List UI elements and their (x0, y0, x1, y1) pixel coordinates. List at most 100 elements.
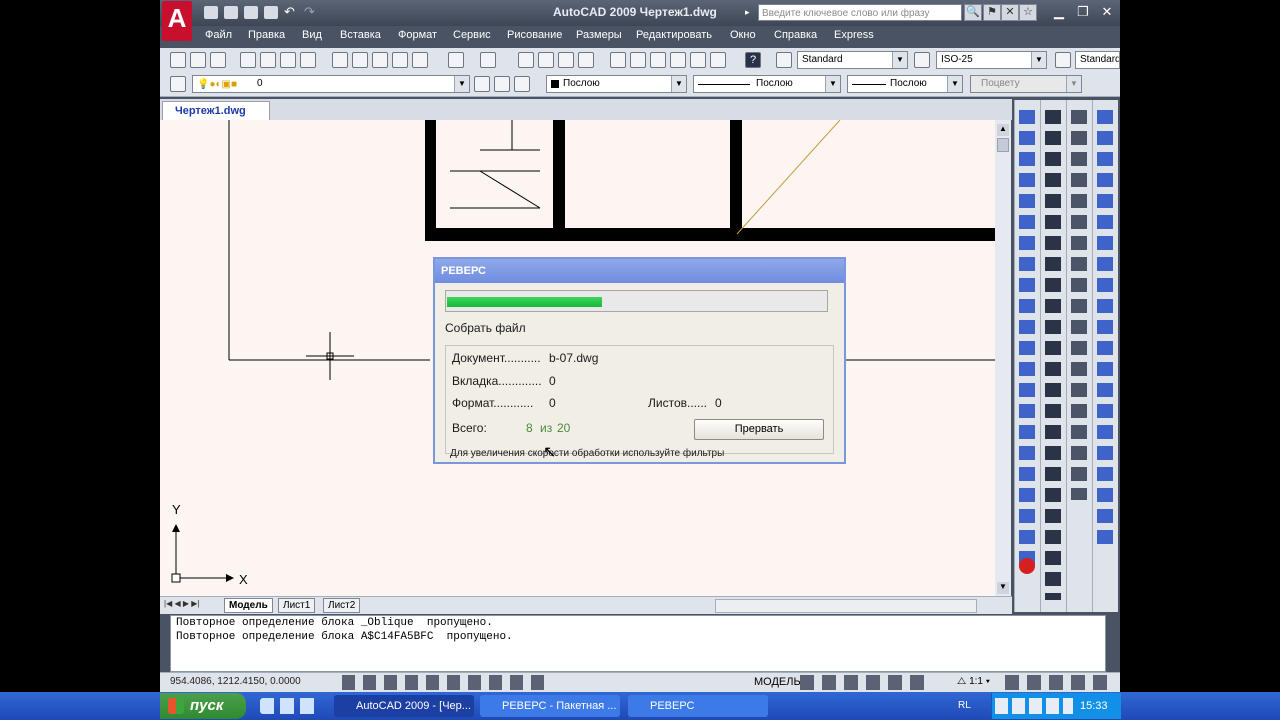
search-input[interactable]: Введите ключевое слово или фразу (758, 4, 962, 21)
table-style-select[interactable]: Standard (1075, 51, 1120, 69)
comm-center-icon[interactable]: ✕ (1001, 4, 1019, 21)
menu-draw[interactable]: Рисование (507, 29, 562, 41)
quickcalc-icon[interactable] (710, 52, 726, 68)
document-tab[interactable]: Чертеж1.dwg (162, 101, 270, 120)
menu-modify[interactable]: Редактировать (636, 29, 712, 41)
block-editor-icon[interactable] (412, 52, 428, 68)
menu-edit[interactable]: Правка (248, 29, 285, 41)
chevron-down-icon[interactable]: ▼ (892, 52, 907, 68)
tool-palettes-icon[interactable] (650, 52, 666, 68)
tab-layout2[interactable]: Лист2 (323, 598, 361, 613)
qnew-icon[interactable] (170, 52, 186, 68)
text-style-icon[interactable] (776, 52, 792, 68)
paste-icon[interactable] (372, 52, 388, 68)
menu-format[interactable]: Формат (398, 29, 437, 41)
markup-icon[interactable] (690, 52, 706, 68)
undo-icon[interactable]: ↶ (284, 5, 298, 19)
language-indicator[interactable]: RL (958, 700, 971, 711)
drafting-mode-icons[interactable] (342, 675, 552, 690)
menu-express[interactable]: Express (834, 29, 874, 41)
scroll-thumb[interactable] (997, 138, 1009, 152)
tab-layout1[interactable]: Лист1 (278, 598, 316, 613)
modify-tool-icons[interactable] (1045, 110, 1061, 600)
chevron-down-icon[interactable]: ▼ (947, 76, 962, 92)
dim-style-icon[interactable] (914, 52, 930, 68)
menu-dimension[interactable]: Размеры (576, 29, 622, 41)
properties-icon[interactable] (610, 52, 626, 68)
table-style-icon[interactable] (1055, 52, 1071, 68)
annotation-scale[interactable]: ⧍ 1:1 ▾ (957, 676, 990, 687)
save-icon[interactable] (244, 6, 258, 19)
new-icon[interactable] (204, 6, 218, 19)
quick-launch-icons[interactable] (260, 698, 320, 714)
undo-tool-icon[interactable] (448, 52, 464, 68)
layer-previous-icon[interactable] (494, 76, 510, 92)
text-style-select[interactable]: Standard ▼ (797, 51, 908, 69)
chevron-down-icon[interactable]: ▼ (1031, 52, 1046, 68)
menu-help[interactable]: Справка (774, 29, 817, 41)
3d-dwf-icon[interactable] (300, 52, 316, 68)
tab-model[interactable]: Модель (224, 598, 273, 613)
draw-order-tool-icons[interactable] (1097, 110, 1113, 550)
plotstyle-select[interactable]: Поцвету ▼ (970, 75, 1082, 93)
modify2-tool-icons[interactable] (1071, 110, 1087, 500)
cut-icon[interactable] (332, 52, 348, 68)
plot-icon[interactable] (240, 52, 256, 68)
print-icon[interactable] (264, 6, 278, 19)
linetype-select[interactable]: Послою ▼ (693, 75, 841, 93)
chevron-down-icon[interactable]: ▼ (1066, 76, 1081, 92)
menu-insert[interactable]: Вставка (340, 29, 381, 41)
menu-window[interactable]: Окно (730, 29, 756, 41)
draw-tool-icons[interactable] (1019, 110, 1035, 570)
search-icon[interactable]: 🔍 (964, 4, 982, 21)
open-file-icon[interactable] (190, 52, 206, 68)
dim-style-select[interactable]: ISO-25 ▼ (936, 51, 1047, 69)
layer-states-icon[interactable] (514, 76, 530, 92)
plot-preview-icon[interactable] (260, 52, 276, 68)
redo-tool-icon[interactable] (480, 52, 496, 68)
match-properties-icon[interactable] (392, 52, 408, 68)
redo-icon[interactable]: ↷ (304, 5, 318, 19)
color-select[interactable]: Послою ▼ (546, 75, 687, 93)
restore-icon[interactable]: ❐ (1072, 3, 1094, 21)
copy-icon[interactable] (352, 52, 368, 68)
stop-icon[interactable] (1019, 558, 1035, 574)
scroll-up-icon[interactable]: ▲ (997, 124, 1009, 136)
chevron-down-icon[interactable]: ▼ (671, 76, 686, 92)
scroll-down-icon[interactable]: ▼ (997, 582, 1009, 594)
help-icon[interactable]: ? (745, 52, 761, 68)
lineweight-select[interactable]: Послою ▼ (847, 75, 963, 93)
close-icon[interactable]: ✕ (1096, 3, 1118, 21)
tray-icons[interactable] (995, 698, 1073, 714)
model-space-button[interactable]: МОДЕЛЬ (754, 676, 801, 688)
zoom-previous-icon[interactable] (578, 52, 594, 68)
zoom-realtime-icon[interactable] (538, 52, 554, 68)
start-button[interactable]: пуск (160, 693, 246, 719)
navigation-icons[interactable] (800, 675, 930, 690)
make-current-layer-icon[interactable] (474, 76, 490, 92)
favorites-icon[interactable]: ☆ (1019, 4, 1037, 21)
cancel-button[interactable]: Прервать (694, 419, 824, 440)
save-file-icon[interactable] (210, 52, 226, 68)
sheet-set-icon[interactable] (670, 52, 686, 68)
command-window[interactable]: Повторное определение блока _Oblique про… (170, 615, 1106, 672)
open-icon[interactable] (224, 6, 238, 19)
menu-tools[interactable]: Сервис (453, 29, 491, 41)
design-center-icon[interactable] (630, 52, 646, 68)
layer-select[interactable]: 💡●◐▣■ 0 ▼ (192, 75, 470, 93)
task-revers[interactable]: РЕВЕРС (628, 695, 768, 717)
menu-file[interactable]: Файл (205, 29, 232, 41)
title-menu-arrow-icon[interactable]: ▸ (745, 7, 750, 18)
status-tray-icons[interactable] (1005, 675, 1115, 690)
subscription-icon[interactable]: ⚑ (983, 4, 1001, 21)
task-revers-batch[interactable]: РЕВЕРС - Пакетная ... (480, 695, 620, 717)
coordinates-readout[interactable]: 954.4086, 1212.4150, 0.0000 (170, 676, 301, 687)
zoom-window-icon[interactable] (558, 52, 574, 68)
task-autocad[interactable]: AutoCAD 2009 - [Чер... (334, 695, 474, 717)
vertical-scrollbar[interactable]: ▲ ▼ (995, 120, 1011, 598)
menu-view[interactable]: Вид (302, 29, 322, 41)
publish-icon[interactable] (280, 52, 296, 68)
layer-manager-icon[interactable] (170, 76, 186, 92)
tab-nav-arrows-icon[interactable]: |◀ ◀ ▶ ▶| (164, 599, 199, 608)
chevron-down-icon[interactable]: ▼ (825, 76, 840, 92)
